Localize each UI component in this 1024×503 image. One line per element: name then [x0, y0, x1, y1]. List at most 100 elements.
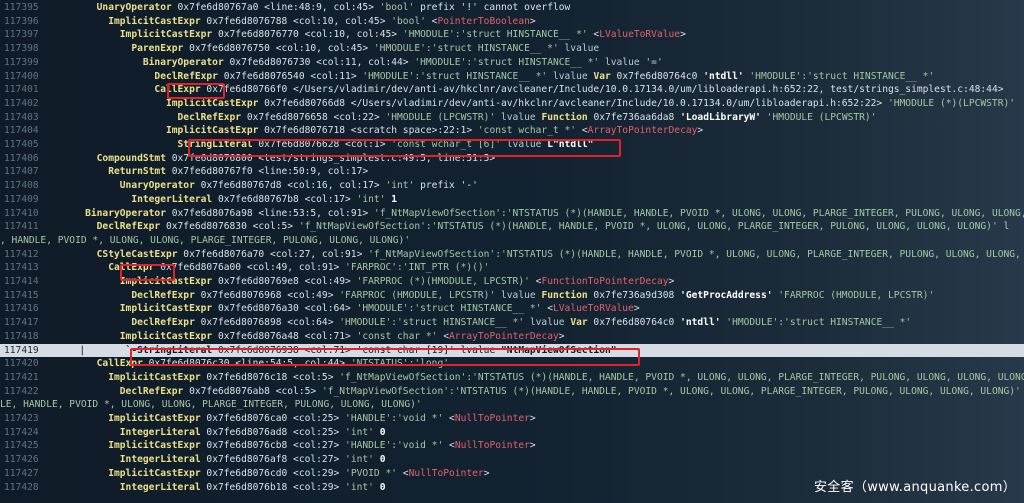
token-tree [62, 2, 97, 13]
token-green: 'HMODULE':'struct HINSTANCE__ *' [356, 303, 542, 315]
token-yellow: CStyleCastExpr [96, 248, 178, 260]
line-number: 117411 [4, 221, 39, 233]
token-green: 'bool' [391, 15, 426, 27]
token-white: > [529, 440, 536, 452]
token-white: > [529, 413, 536, 424]
line-number: 117418 [4, 330, 39, 342]
line-number: 117415 [4, 289, 39, 301]
terminal-line[interactable]: 117410 BinaryOperator 0x7fe6d8076a98 <li… [0, 207, 1024, 221]
token-white: < [587, 29, 600, 41]
terminal-line[interactable]: 117401 CallExpr 0x7fe6d80766f0 </Users/v… [0, 83, 1024, 97]
token-tree [62, 57, 143, 68]
token-tree [62, 98, 166, 109]
terminal-line[interactable]: 117408 UnaryOperator 0x7fe6d80767d8 <col… [0, 179, 1024, 193]
token-yellow: ReturnStmt [108, 166, 166, 178]
token-white: 0x7fe736aa6da8 [587, 111, 681, 123]
terminal-line[interactable]: 117403 DeclRefExpr 0x7fe6d8076658 <col:2… [0, 111, 1024, 125]
terminal-line[interactable]: 117400 DeclRefExpr 0x7fe6d8076540 <col:1… [0, 70, 1024, 84]
token-yellow: ImplicitCastExpr [108, 467, 201, 479]
line-number: 117423 [4, 413, 39, 424]
token-tree: | [62, 344, 126, 356]
token-green: 'FARPROC (HMODULE, LPCSTR)' [772, 289, 935, 301]
token-white: 0x7fe736a9d308 [587, 289, 681, 301]
token-bwhite: 1 [385, 193, 398, 205]
terminal-line[interactable]: 117421 ImplicitCastExpr 0x7fe6d8076c18 <… [0, 371, 1024, 385]
line-number: 117409 [4, 193, 39, 205]
token-white: < [425, 15, 438, 27]
terminal-line[interactable]: 117398 ParenExpr 0x7fe6d8076750 <col:10,… [0, 42, 1024, 56]
terminal-line[interactable]: 117409 IntegerLiteral 0x7fe6d80767b8 <co… [0, 193, 1024, 207]
token-yellow: UnaryOperator [96, 2, 172, 13]
token-tree [62, 468, 108, 479]
token-tree [62, 29, 120, 40]
token-bwhite: 0 [373, 426, 386, 438]
line-number: 117400 [4, 70, 39, 82]
terminal-line[interactable]: 117418 ImplicitCastExpr 0x7fe6d8076a48 <… [0, 330, 1024, 344]
token-bwhite: 'GetProcAddress' [680, 289, 773, 301]
terminal-line[interactable]: 117395 UnaryOperator 0x7fe6d80767a0 <lin… [0, 1, 1024, 15]
token-tree [62, 482, 120, 493]
terminal-line[interactable]: , HANDLE, PVOID *, ULONG, ULONG, PLARGE_… [0, 234, 1024, 248]
line-number: 117422 [4, 385, 39, 397]
terminal-line[interactable]: 117422 DeclRefExpr 0x7fe6d8076ab8 <col:5… [0, 385, 1024, 399]
token-green: 'HMODULE (LPCWSTR)' [385, 111, 496, 123]
token-yellow: ImplicitCastExpr [119, 330, 213, 342]
terminal-line[interactable]: 117402 ImplicitCastExpr 0x7fe6d80766d8 <… [0, 97, 1024, 111]
terminal-line[interactable]: 117417 DeclRefExpr 0x7fe6d8076898 <col:6… [0, 316, 1024, 330]
terminal-line[interactable]: 117423 ImplicitCastExpr 0x7fe6d8076ca0 <… [0, 412, 1024, 426]
token-white: 0x7fe6d80769e8 <col:49> [212, 276, 357, 287]
line-number: 117397 [4, 29, 39, 41]
terminal-line[interactable]: 117411 DeclRefExpr 0x7fe6d8076830 <col:5… [0, 220, 1024, 234]
terminal-line[interactable]: 117407 ReturnStmt 0x7fe6d80767f0 <line:5… [0, 165, 1024, 179]
token-white: 0x7fe6d8076a00 <col:49, col:91> [154, 262, 346, 274]
token-tree [62, 16, 108, 27]
terminal-line[interactable]: 117399 BinaryOperator 0x7fe6d8076730 <co… [0, 56, 1024, 70]
token-bwhite: 'ntdll' [703, 70, 744, 82]
line-number: 117407 [4, 166, 39, 178]
terminal-line[interactable]: 117415 DeclRefExpr 0x7fe6d8076968 <col:4… [0, 289, 1024, 303]
token-yellow: Var [593, 70, 611, 82]
terminal-line[interactable]: 117412 CStyleCastExpr 0x7fe6d8076a70 <co… [0, 248, 1024, 262]
token-white: 0x7fe6d80767d8 <col:16, col:17> [194, 180, 386, 192]
token-yellow: DeclRefExpr [119, 385, 184, 397]
terminal-line[interactable]: 117425 ImplicitCastExpr 0x7fe6d8076cb8 <… [0, 439, 1024, 453]
token-green: 'f_NtMapViewOfSection':'NTSTATUS (*)(HAN… [321, 385, 1021, 397]
token-white: 0x7fe6d8076ab8 <col:5> [183, 385, 322, 397]
token-green: 'FARPROC (HMODULE, LPCSTR)' [339, 289, 496, 301]
token-white: > [680, 29, 686, 41]
terminal-line[interactable]: LE, HANDLE, PVOID *, ULONG, ULONG, PLARG… [0, 398, 1024, 412]
terminal-line[interactable]: 117416 ImplicitCastExpr 0x7fe6d8076a30 <… [0, 302, 1024, 316]
token-yellow: DeclRefExpr [131, 317, 195, 329]
token-tree [62, 262, 108, 273]
token-white: 0x7fe6d8076a70 <col:27, col:91> [177, 248, 369, 260]
annotation-box-callexpr-1 [167, 83, 225, 99]
token-yellow: ImplicitCastExpr [108, 371, 201, 383]
line-number: 117408 [4, 180, 39, 192]
token-yellow: UnaryOperator [119, 180, 195, 192]
terminal-line[interactable]: 117404 ImplicitCastExpr 0x7fe6d8076718 <… [0, 124, 1024, 138]
token-tree [62, 221, 97, 232]
line-number: 117404 [4, 125, 39, 137]
token-white: 0x7fe6d8076830 <col:5> [160, 221, 299, 233]
token-green: , HANDLE, PVOID *, ULONG, ULONG, PLARGE_… [0, 234, 411, 246]
token-white: 0x7fe6d80766f0 </Users/vladimir/dev/anti… [200, 84, 1004, 96]
token-yellow: IntegerLiteral [131, 193, 213, 205]
token-green: 'HMODULE (LPCWSTR)' [760, 111, 877, 123]
token-white: 0x7fe6d8076a30 <col:64> [212, 303, 357, 315]
token-white: > [483, 467, 490, 479]
annotation-box-callexpr-2 [120, 264, 175, 281]
terminal-line[interactable]: 117426 IntegerLiteral 0x7fe6d8076af8 <co… [0, 453, 1024, 467]
token-green: 'FARPROC (*)(HMODULE, LPCSTR)' [356, 276, 530, 287]
token-green: 'int' [345, 481, 374, 493]
line-number: 117421 [4, 371, 39, 383]
token-white: 0x7fe6d8076718 <scratch space>:22:1> [258, 125, 478, 137]
token-white: < [529, 276, 542, 287]
line-number: 117428 [4, 481, 39, 493]
terminal-line[interactable]: 117397 ImplicitCastExpr 0x7fe6d8076770 <… [0, 28, 1024, 42]
watermark-text: 安全客（www.anquanke.com） [814, 480, 1016, 495]
terminal-window[interactable]: 117395 UnaryOperator 0x7fe6d80767a0 <lin… [0, 0, 1024, 503]
token-tree [62, 125, 166, 136]
terminal-line[interactable]: 117424 IntegerLiteral 0x7fe6d8076ad8 <co… [0, 426, 1024, 440]
token-white: 0x7fe6d8076730 <col:11, col:44> [223, 56, 415, 68]
terminal-line[interactable]: 117396 ImplicitCastExpr 0x7fe6d8076788 <… [0, 15, 1024, 29]
